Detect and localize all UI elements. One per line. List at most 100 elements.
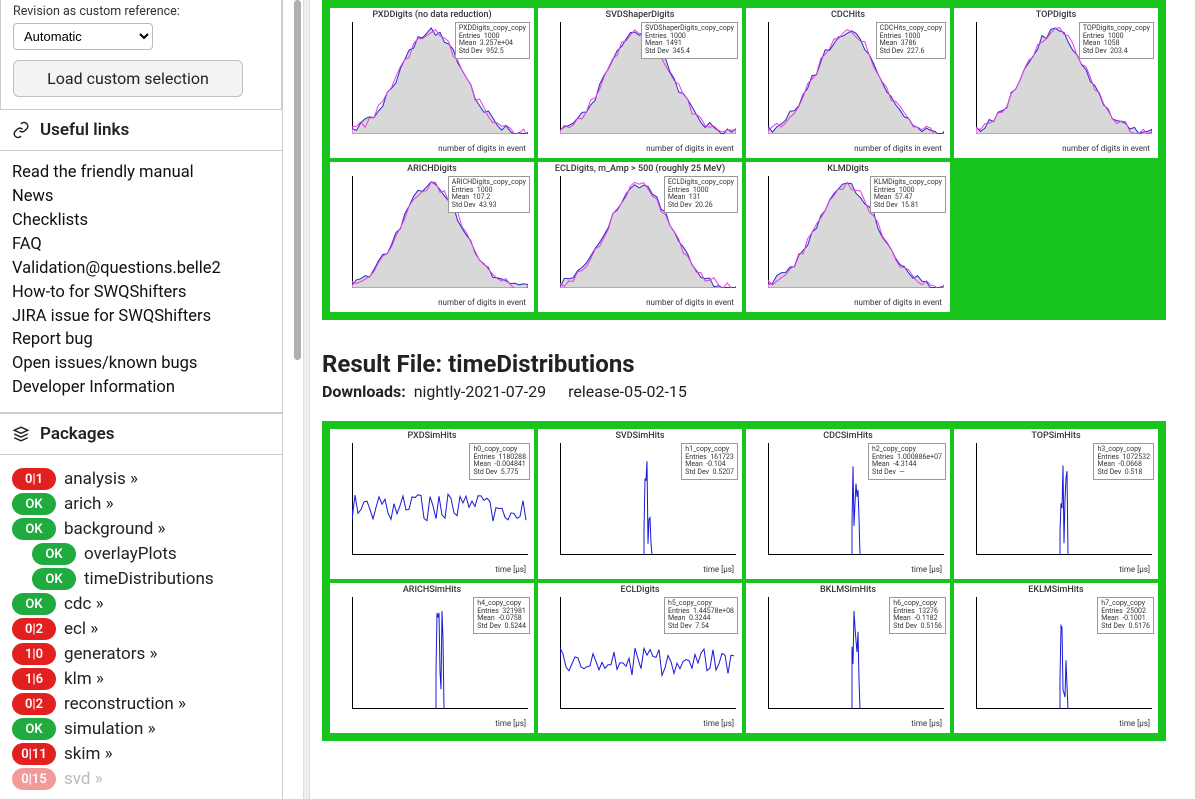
package-row[interactable]: 0|15svd »: [12, 768, 270, 790]
useful-link[interactable]: JIRA issue for SWQShifters: [12, 305, 270, 329]
stat-box: ARICHDigits_copy_copyEntries 1000Mean 10…: [448, 176, 530, 213]
package-row[interactable]: OK overlayPlots: [12, 543, 270, 565]
plot-panel[interactable]: CDCHitsCDCHits_copy_copyEntries 1000Mean…: [746, 8, 950, 158]
packages-title: Packages: [40, 424, 114, 444]
package-row[interactable]: OKbackground »: [12, 518, 270, 540]
package-label: overlayPlots: [84, 544, 177, 564]
useful-link[interactable]: Checklists: [12, 209, 270, 233]
plot-panel[interactable]: ECLDigitsh5_copy_copyEntries 1.44578e+08…: [538, 583, 742, 733]
x-axis-label: number of digits in event: [854, 144, 942, 153]
useful-link[interactable]: Open issues/known bugs: [12, 352, 270, 376]
package-row[interactable]: 0|11skim »: [12, 743, 270, 765]
x-axis-label: number of digits in event: [646, 298, 734, 307]
status-badge: 1|0: [12, 643, 56, 665]
package-row[interactable]: 0|1 analysis »: [12, 468, 270, 490]
download-link[interactable]: nightly-2021-07-29: [414, 382, 546, 401]
downloads-row: Downloads: nightly-2021-07-29 release-05…: [322, 382, 1195, 401]
status-badge: 1|6: [12, 668, 56, 690]
load-custom-selection-button[interactable]: Load custom selection: [13, 60, 243, 97]
plot-panel[interactable]: PXDSimHitsh0_copy_copyEntries 1180288Mea…: [330, 429, 534, 579]
result-title: Result File: timeDistributions: [322, 350, 1195, 378]
x-axis-label: number of digits in event: [646, 144, 734, 153]
stat-box: h0_copy_copyEntries 1180288Mean -0.00484…: [469, 443, 530, 480]
status-badge: OK: [32, 543, 76, 565]
sidebar-scrollbar[interactable]: [283, 0, 303, 799]
useful-link[interactable]: FAQ: [12, 233, 270, 257]
plot-panel[interactable]: ARICHDigitsARICHDigits_copy_copyEntries …: [330, 162, 534, 312]
download-link[interactable]: release-05-02-15: [568, 382, 687, 401]
plot-title: ECLDigits: [538, 583, 742, 595]
plot-panel[interactable]: ECLDigits, m_Amp > 500 (roughly 25 MeV)E…: [538, 162, 742, 312]
package-label: reconstruction »: [64, 694, 186, 714]
plot-title: TOPSimHits: [954, 429, 1158, 441]
plot-title: BKLMSimHits: [746, 583, 950, 595]
useful-link[interactable]: Read the friendly manual: [12, 161, 270, 185]
useful-link[interactable]: Report bug: [12, 328, 270, 352]
plot-panel[interactable]: PXDDigits (no data reduction) PXDDigits_c…: [330, 8, 534, 158]
bottom-plot-grid: PXDSimHitsh0_copy_copyEntries 1180288Mea…: [322, 421, 1166, 741]
plot-title: PXDDigits (no data reduction): [330, 8, 534, 20]
plot-panel[interactable]: CDCSimHitsh2_copy_copyEntries 1.000886e+…: [746, 429, 950, 579]
useful-link[interactable]: How-to for SWQShifters: [12, 281, 270, 305]
package-row[interactable]: OKcdc »: [12, 593, 270, 615]
package-row[interactable]: 0|2 reconstruction »: [12, 693, 270, 715]
packages-icon: [12, 425, 30, 443]
plot-panel[interactable]: TOPDigitsTOPDigits_copy_copyEntries 1000…: [954, 8, 1158, 158]
packages-list: 0|1analysis »OKarich »OKbackground »OKov…: [0, 455, 282, 799]
plot-panel[interactable]: BKLMSimHits h6_copy_copyEntries 13276Mean…: [746, 583, 950, 733]
status-badge: OK: [12, 593, 56, 615]
plot-panel[interactable]: TOPSimHits h3_copy_copyEntries 1072532Mea…: [954, 429, 1158, 579]
splitter[interactable]: [303, 0, 310, 799]
x-axis-label: time [μs]: [911, 565, 942, 574]
plot-panel[interactable]: EKLMSimHits h7_copy_copyEntries 25002Mean…: [954, 583, 1158, 733]
status-badge: 0|2: [12, 693, 56, 715]
sidebar: Revision as custom reference: Automatic …: [0, 0, 283, 799]
status-badge: 0|15: [12, 768, 56, 790]
x-axis-label: time [μs]: [495, 719, 526, 728]
stat-box: h6_copy_copyEntries 13276Mean -0.1182Std…: [889, 597, 946, 634]
x-axis-label: time [μs]: [703, 719, 734, 728]
useful-link[interactable]: Developer Information: [12, 376, 270, 400]
package-row[interactable]: OKarich »: [12, 493, 270, 515]
package-label: klm »: [64, 669, 104, 689]
package-label: analysis »: [64, 469, 138, 489]
x-axis-label: number of digits in event: [438, 144, 526, 153]
status-badge: OK: [12, 493, 56, 515]
packages-header[interactable]: Packages: [0, 413, 282, 455]
x-axis-label: time [μs]: [1119, 565, 1150, 574]
package-row[interactable]: 0|2ecl »: [12, 618, 270, 640]
stat-box: h7_copy_copyEntries 25002Mean -0.1001Std…: [1097, 597, 1154, 634]
package-row[interactable]: OKtimeDistributions: [12, 568, 270, 590]
package-label: background »: [64, 519, 166, 539]
package-label: simulation »: [64, 719, 156, 739]
plot-panel[interactable]: SVDSimHitsh1_copy_copyEntries 161723Mean…: [538, 429, 742, 579]
revision-select[interactable]: Automatic: [13, 23, 153, 50]
stat-box: PXDDigits_copy_copyEntries 1000Mean 3.25…: [455, 22, 530, 59]
revision-block: Revision as custom reference: Automatic …: [0, 0, 282, 109]
status-badge: 0|1: [12, 468, 56, 490]
plot-panel[interactable]: SVDShaperDigitsSVDShaperDigits_copy_copy…: [538, 8, 742, 158]
status-badge: 0|2: [12, 618, 56, 640]
stat-box: SVDShaperDigits_copy_copyEntries 1000Mea…: [641, 22, 738, 59]
plot-title: EKLMSimHits: [954, 583, 1158, 595]
package-row[interactable]: 1|0generators »: [12, 643, 270, 665]
result-file-header: Result File: timeDistributions Downloads…: [322, 350, 1195, 401]
plot-title: KLMDigits: [746, 162, 950, 174]
useful-link[interactable]: Validation@questions.belle2: [12, 257, 270, 281]
stat-box: CDCHits_copy_copyEntries 1000Mean 3786St…: [876, 22, 946, 59]
plot-title: ARICHSimHits: [330, 583, 534, 595]
plot-title: TOPDigits: [954, 8, 1158, 20]
useful-links-header[interactable]: Useful links: [0, 109, 282, 151]
plot-panel[interactable]: KLMDigitsKLMDigits_copy_copyEntries 1000…: [746, 162, 950, 312]
stat-box: h3_copy_copyEntries 1072532Mean -0.0668S…: [1093, 443, 1154, 480]
scrollbar-thumb[interactable]: [294, 0, 301, 360]
stat-box: h2_copy_copyEntries 1.000886e+07Mean -4.…: [868, 443, 946, 480]
status-badge: 0|11: [12, 743, 56, 765]
package-row[interactable]: 1|6 klm »: [12, 668, 270, 690]
status-badge: OK: [32, 568, 76, 590]
useful-link[interactable]: News: [12, 185, 270, 209]
plot-panel[interactable]: ARICHSimHitsh4_copy_copyEntries 321981Me…: [330, 583, 534, 733]
top-plot-grid: PXDDigits (no data reduction) PXDDigits_c…: [322, 0, 1166, 320]
package-row[interactable]: OKsimulation »: [12, 718, 270, 740]
link-icon: [12, 121, 30, 139]
